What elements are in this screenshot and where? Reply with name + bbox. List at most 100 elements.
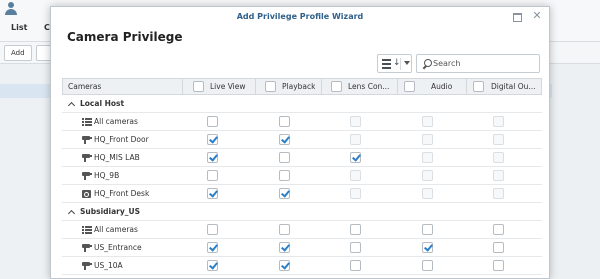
camera-name: HQ_Front Door <box>94 135 149 144</box>
playback-checkbox[interactable] <box>279 134 290 145</box>
column-header-lens-control[interactable]: Lens Con... <box>348 79 389 94</box>
column-header-digital-output[interactable]: Digital Ou... <box>491 79 536 94</box>
lens-control-select-all-checkbox[interactable] <box>331 81 342 92</box>
live-view-checkbox[interactable] <box>207 170 218 181</box>
camera-name: All cameras <box>94 117 138 126</box>
audio-checkbox[interactable] <box>422 224 433 235</box>
table-body: Local Host All cameras HQ_Front Door HQ_MIS… <box>62 95 542 275</box>
table-row[interactable]: All cameras <box>62 221 542 239</box>
column-divider[interactable] <box>321 79 322 94</box>
group-row[interactable]: Local Host <box>62 95 542 113</box>
digital-output-select-all-checkbox[interactable] <box>473 81 484 92</box>
audio-checkbox <box>422 152 433 163</box>
camera-icon <box>82 243 92 253</box>
live-view-select-all-checkbox[interactable] <box>193 81 204 92</box>
privilege-wizard-dialog: Add Privilege Profile Wizard ✕ Camera Pr… <box>50 6 550 279</box>
table-row[interactable]: HQ_9B <box>62 167 542 185</box>
lens-control-checkbox <box>350 170 361 181</box>
digital-output-checkbox <box>493 116 504 127</box>
playback-checkbox[interactable] <box>279 170 290 181</box>
table-row[interactable]: HQ_MIS LAB <box>62 149 542 167</box>
column-header-audio[interactable]: Audio <box>431 79 452 94</box>
audio-checkbox <box>422 170 433 181</box>
table-row[interactable]: HQ_Front Desk <box>62 185 542 203</box>
tab-c[interactable]: C <box>44 23 50 32</box>
column-divider[interactable] <box>255 79 256 94</box>
live-view-checkbox[interactable] <box>207 134 218 145</box>
audio-select-all-checkbox[interactable] <box>404 81 415 92</box>
camera-icon <box>82 135 92 145</box>
column-header-live-view[interactable]: Live View <box>210 79 246 94</box>
tab-list[interactable]: List <box>11 23 27 32</box>
live-view-checkbox[interactable] <box>207 224 218 235</box>
close-icon[interactable]: ✕ <box>532 10 542 21</box>
digital-output-checkbox <box>493 152 504 163</box>
live-view-checkbox[interactable] <box>207 152 218 163</box>
digital-output-checkbox <box>493 188 504 199</box>
audio-checkbox <box>422 188 433 199</box>
camera-icon <box>82 261 92 271</box>
chevron-down-icon[interactable] <box>68 101 75 106</box>
camera-icon <box>82 153 92 163</box>
playback-checkbox[interactable] <box>279 260 290 271</box>
lens-control-checkbox <box>350 116 361 127</box>
column-header-cameras[interactable]: Cameras <box>68 79 101 94</box>
search-box[interactable] <box>416 54 540 73</box>
chevron-down-icon[interactable] <box>68 209 75 214</box>
list-icon <box>82 117 92 127</box>
lens-control-checkbox <box>350 188 361 199</box>
table-row[interactable]: All cameras <box>62 113 542 131</box>
column-divider[interactable] <box>397 79 398 94</box>
lens-control-checkbox[interactable] <box>350 152 361 163</box>
table-row[interactable]: US_10A <box>62 257 542 275</box>
playback-checkbox[interactable] <box>279 188 290 199</box>
live-view-checkbox[interactable] <box>207 260 218 271</box>
live-view-checkbox[interactable] <box>207 188 218 199</box>
playback-checkbox[interactable] <box>279 152 290 163</box>
digital-output-checkbox[interactable] <box>493 224 504 235</box>
camera-icon <box>82 171 92 181</box>
user-icon[interactable] <box>5 2 17 15</box>
playback-checkbox[interactable] <box>279 242 290 253</box>
audio-checkbox[interactable] <box>422 242 433 253</box>
column-divider[interactable] <box>182 79 183 94</box>
playback-checkbox[interactable] <box>279 116 290 127</box>
dialog-title: Add Privilege Profile Wizard <box>236 12 364 21</box>
digital-output-checkbox[interactable] <box>493 242 504 253</box>
add-button[interactable]: Add <box>4 45 32 61</box>
table-header: Cameras Live View Playback Lens Con... Audio… <box>62 78 542 95</box>
table-row[interactable]: US_Entrance <box>62 239 542 257</box>
camera-name: All cameras <box>94 225 138 234</box>
group-name: Local Host <box>80 99 125 108</box>
digital-output-checkbox[interactable] <box>493 260 504 271</box>
table-row[interactable]: HQ_Front Door <box>62 131 542 149</box>
maximize-icon[interactable] <box>512 11 522 22</box>
column-divider[interactable] <box>466 79 467 94</box>
playback-select-all-checkbox[interactable] <box>265 81 276 92</box>
live-view-checkbox[interactable] <box>207 242 218 253</box>
lens-control-checkbox[interactable] <box>350 224 361 235</box>
lens-control-checkbox[interactable] <box>350 242 361 253</box>
box-camera-icon <box>82 189 92 199</box>
audio-checkbox[interactable] <box>422 260 433 271</box>
playback-checkbox[interactable] <box>279 224 290 235</box>
camera-name: US_Entrance <box>94 243 142 252</box>
sort-button[interactable]: ↓ <box>377 54 412 73</box>
page-title: Camera Privilege <box>67 30 183 44</box>
group-name: Subsidiary_US <box>80 207 140 216</box>
audio-checkbox <box>422 116 433 127</box>
lens-control-checkbox[interactable] <box>350 260 361 271</box>
background-panel <box>552 64 600 279</box>
live-view-checkbox[interactable] <box>207 116 218 127</box>
camera-privilege-table: Cameras Live View Playback Lens Con... Audio… <box>62 78 542 275</box>
group-row[interactable]: Subsidiary_US <box>62 203 542 221</box>
column-header-playback[interactable]: Playback <box>282 79 315 94</box>
camera-name: US_10A <box>94 261 123 270</box>
digital-output-checkbox <box>493 134 504 145</box>
chevron-down-icon[interactable] <box>404 61 410 65</box>
camera-name: HQ_9B <box>94 171 120 180</box>
search-icon <box>422 59 432 69</box>
list-icon <box>82 225 92 235</box>
audio-checkbox <box>422 134 433 145</box>
search-input[interactable] <box>433 57 533 70</box>
